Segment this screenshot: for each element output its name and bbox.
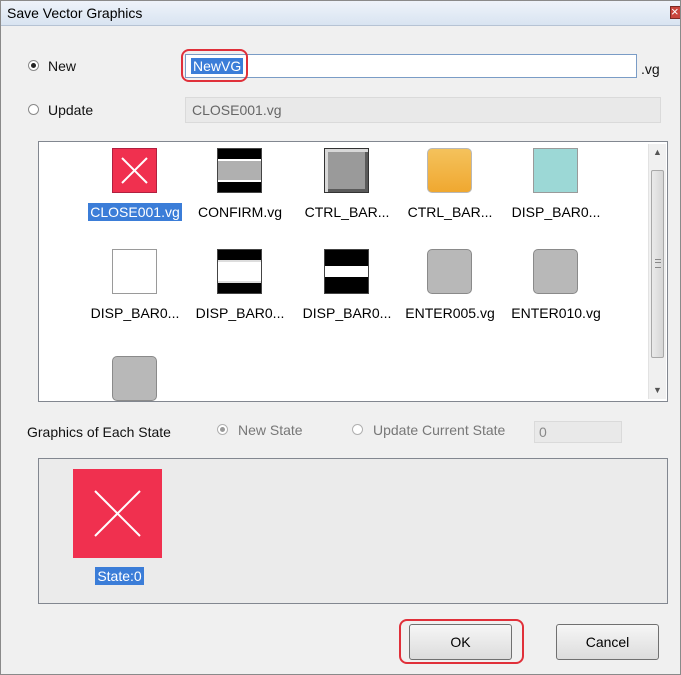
graphic-item[interactable]: CONFIRM.vg [185,148,295,248]
gray-rounded-thumbnail-icon [112,356,157,401]
close-window-button[interactable] [670,4,680,19]
update-radio[interactable] [28,104,39,115]
graphic-label: CLOSE001.vg [88,203,182,221]
graphic-label: DISP_BAR0... [511,204,601,220]
orange-rounded-thumbnail-icon [427,148,472,193]
extension-label: .vg [641,61,660,77]
graphic-label: CTRL_BAR... [407,204,493,220]
graphic-item[interactable]: DISP_BAR0... [80,249,190,349]
state-graphics-box[interactable]: State:0 [38,458,668,604]
graphic-item[interactable]: CTRL_BAR... [395,148,505,248]
graphic-item[interactable]: DISP_BAR0... [292,249,402,349]
graphic-label: CONFIRM.vg [198,204,282,220]
state-number-field: 0 [534,421,622,443]
black-bars-white-thumbnail-icon [217,249,262,294]
graphic-label: CTRL_BAR... [304,204,390,220]
window-title: Save Vector Graphics [7,5,143,21]
graphic-item[interactable]: ENTER010.vg [501,249,611,349]
graphic-item[interactable]: ENTER005.vg [395,249,505,349]
scroll-thumb[interactable] [651,170,664,358]
new-radio[interactable] [28,60,39,71]
teal-square-thumbnail-icon [533,148,578,193]
update-current-state-radio[interactable] [352,424,363,435]
graphics-state-label: Graphics of Each State [27,424,171,440]
graphic-item[interactable]: DISP_BAR0... [185,249,295,349]
scroll-up-arrow-icon[interactable]: ▲ [649,144,666,161]
new-label: New [48,58,77,74]
graphic-item[interactable]: CTRL_BAR... [292,148,402,248]
gray-beveled-thumbnail-icon [324,148,369,193]
gray-rounded-thumbnail-icon [533,249,578,294]
graphic-label: ENTER005.vg [405,305,495,321]
update-current-state-label: Update Current State [373,422,506,438]
cancel-button[interactable]: Cancel [556,624,659,660]
name-highlight-annotation [181,49,248,82]
scroll-down-arrow-icon[interactable]: ▼ [649,382,666,399]
graphics-list[interactable]: CLOSE001.vg CONFIRM.vg CTRL_BAR... CTRL_… [38,141,668,402]
title-bar[interactable]: Save Vector Graphics [1,1,680,26]
graphic-item[interactable]: DISP_BAR0... [501,148,611,248]
graphic-label: ENTER010.vg [511,305,601,321]
graphic-item[interactable]: CLOSE001.vg [80,148,190,248]
graphic-label: DISP_BAR0... [90,305,180,321]
update-label: Update [48,102,94,118]
state-red-x-thumbnail-icon[interactable] [73,469,162,558]
black-bars-gray-thumbnail-icon [217,148,262,193]
black-bars-white-thumbnail-icon [324,249,369,294]
save-vector-graphics-dialog: Save Vector Graphics New NewVG .vg Updat… [0,0,681,675]
graphic-label: DISP_BAR0... [302,305,392,321]
graphic-label: DISP_BAR0... [195,305,285,321]
white-square-thumbnail-icon [112,249,157,294]
new-state-label: New State [238,422,303,438]
ok-highlight-annotation [399,619,524,664]
new-state-radio[interactable] [217,424,228,435]
grip-icon [655,259,661,268]
red-x-thumbnail-icon [112,148,157,193]
update-file-field: CLOSE001.vg [185,97,661,123]
graphics-list-scrollbar[interactable]: ▲ ▼ [648,144,666,399]
vg-name-input[interactable]: NewVG [185,54,637,78]
gray-rounded-thumbnail-icon [427,249,472,294]
state-item-label: State:0 [95,567,144,585]
graphic-item[interactable] [80,356,190,401]
